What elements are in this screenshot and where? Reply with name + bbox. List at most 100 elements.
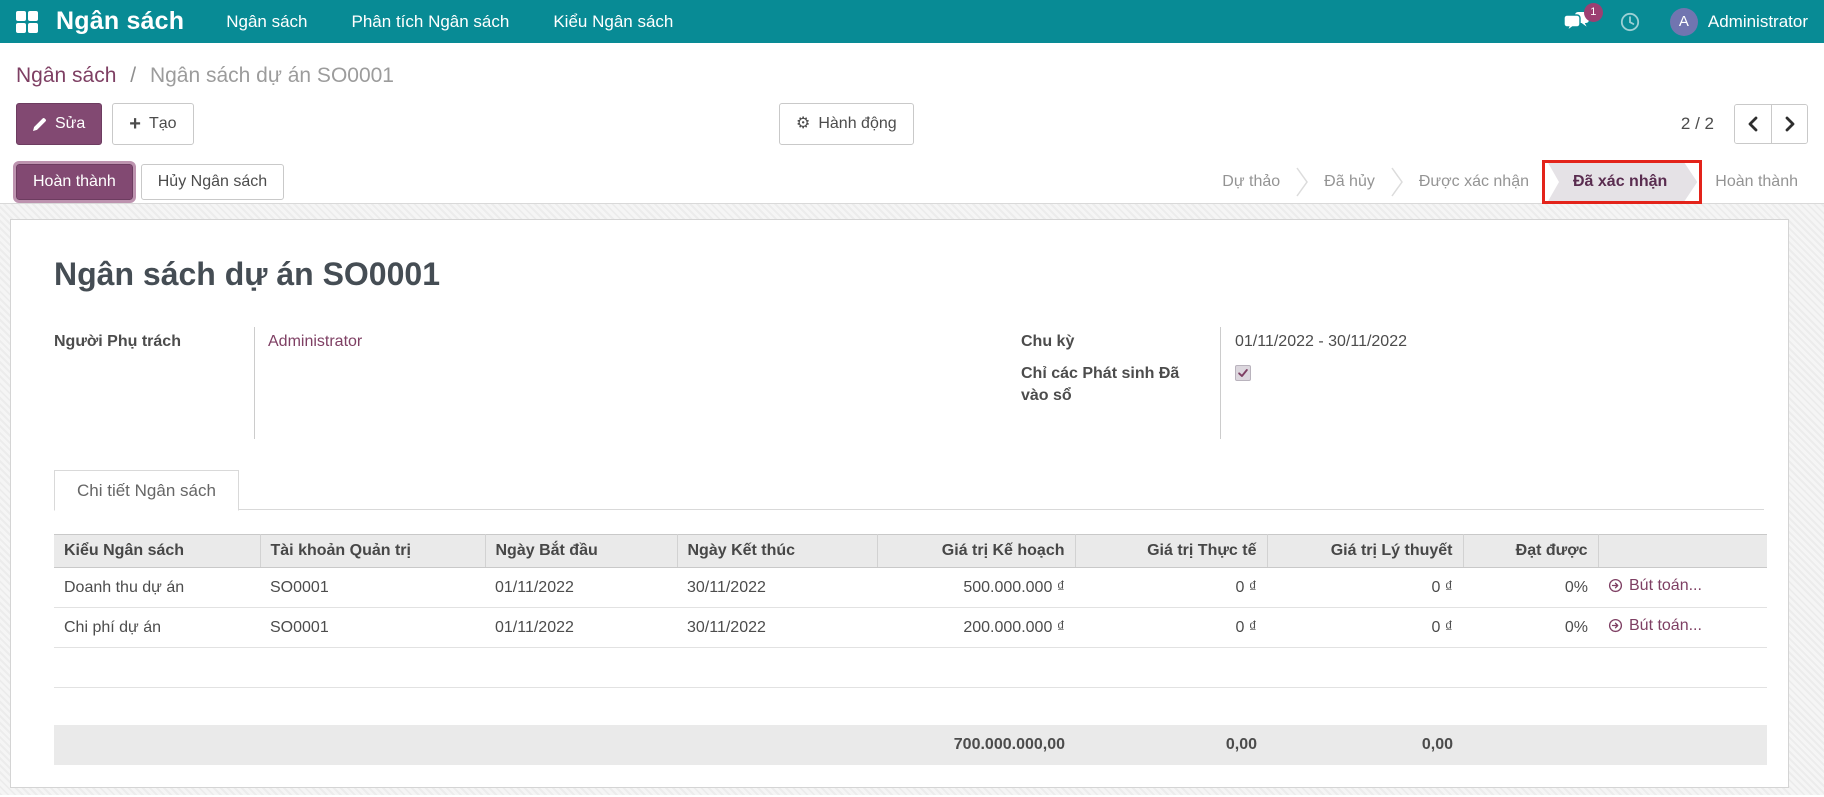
action-button-label: Hành động xyxy=(818,115,896,133)
posted-only-checkbox[interactable] xyxy=(1235,365,1251,381)
status-step-da-huy[interactable]: Đã hủy xyxy=(1314,173,1385,191)
cell-achievement: 0% xyxy=(1463,568,1598,608)
col-header-start-date[interactable]: Ngày Bắt đầu xyxy=(485,535,677,568)
status-step-active-label: Đã xác nhận xyxy=(1547,161,1697,203)
notebook-tabbar: Chi tiết Ngân sách xyxy=(54,469,1764,510)
arrow-circle-icon xyxy=(1608,618,1623,633)
period-value: 01/11/2022 - 30/11/2022 xyxy=(1221,331,1764,353)
table-header-row: Kiểu Ngân sách Tài khoản Quản trị Ngày B… xyxy=(54,535,1767,568)
total-planned: 700.000.000,00 xyxy=(877,725,1075,765)
chevron-right-icon xyxy=(1784,116,1796,132)
top-navbar: Ngân sách Ngân sách Phân tích Ngân sách … xyxy=(0,0,1824,43)
col-header-planned-amount[interactable]: Giá trị Kế hoạch xyxy=(877,535,1075,568)
cell-planned-amount: 500.000.000 ₫ xyxy=(877,568,1075,608)
apps-grid-icon[interactable] xyxy=(16,11,38,33)
form-group-right: Chu kỳ 01/11/2022 - 30/11/2022 Chỉ các P… xyxy=(909,331,1764,443)
responsible-value-link[interactable]: Administrator xyxy=(268,333,362,350)
nav-menu: Ngân sách Phân tích Ngân sách Kiểu Ngân … xyxy=(226,12,673,32)
journal-entries-link[interactable]: Bút toán... xyxy=(1608,617,1702,635)
breadcrumb: Ngân sách / Ngân sách dự án SO0001 xyxy=(16,43,1808,89)
col-header-theoretical-amount[interactable]: Giá trị Lý thuyết xyxy=(1267,535,1463,568)
control-panel: Ngân sách / Ngân sách dự án SO0001 Sửa +… xyxy=(0,43,1824,145)
col-header-budget-type[interactable]: Kiểu Ngân sách xyxy=(54,535,260,568)
pager-prev-button[interactable] xyxy=(1735,105,1771,143)
create-button-label: Tạo xyxy=(149,115,177,133)
tab-budget-lines[interactable]: Chi tiết Ngân sách xyxy=(54,470,239,511)
pencil-icon xyxy=(33,117,47,131)
nav-item-phan-tich-ngan-sach[interactable]: Phân tích Ngân sách xyxy=(352,12,510,32)
col-header-analytic-account[interactable]: Tài khoản Quản trị xyxy=(260,535,485,568)
user-menu[interactable]: A Administrator xyxy=(1670,8,1808,36)
pager: 2 / 2 xyxy=(1681,103,1808,145)
cell-practical-amount: 0 ₫ xyxy=(1075,608,1267,648)
done-button[interactable]: Hoàn thành xyxy=(16,164,133,200)
label-divider xyxy=(1220,327,1221,439)
spacer-row xyxy=(54,688,1767,725)
status-step-hoan-thanh[interactable]: Hoàn thành xyxy=(1705,173,1808,191)
col-header-achievement[interactable]: Đạt được xyxy=(1463,535,1598,568)
statusbar-separator-icon xyxy=(1296,167,1308,197)
nav-item-ngan-sach[interactable]: Ngân sách xyxy=(226,12,307,32)
status-step-duoc-xac-nhan[interactable]: Được xác nhận xyxy=(1409,173,1539,191)
total-practical: 0,00 xyxy=(1075,725,1267,765)
cell-end-date: 30/11/2022 xyxy=(677,608,877,648)
edit-button-label: Sửa xyxy=(55,115,85,133)
empty-row xyxy=(54,648,1767,688)
edit-button[interactable]: Sửa xyxy=(16,103,102,145)
gear-icon: ⚙ xyxy=(796,116,810,132)
table-row[interactable]: Chi phí dự án SO0001 01/11/2022 30/11/20… xyxy=(54,608,1767,648)
cell-practical-amount: 0 ₫ xyxy=(1075,568,1267,608)
journal-entries-link[interactable]: Bút toán... xyxy=(1608,577,1702,595)
messages-count-badge: 1 xyxy=(1584,3,1603,22)
pager-value: 2 / 2 xyxy=(1681,114,1714,134)
pager-next-button[interactable] xyxy=(1771,105,1807,143)
statusbar-separator-icon xyxy=(1391,167,1403,197)
cell-achievement: 0% xyxy=(1463,608,1598,648)
totals-row: 700.000.000,00 0,00 0,00 xyxy=(54,725,1767,765)
col-header-links xyxy=(1598,535,1767,568)
cell-analytic-account: SO0001 xyxy=(260,608,485,648)
cell-planned-amount: 200.000.000 ₫ xyxy=(877,608,1075,648)
responsible-label: Người Phụ trách xyxy=(54,331,254,353)
checkmark-icon xyxy=(1237,367,1249,379)
create-button[interactable]: + Tạo xyxy=(112,103,193,145)
cell-start-date: 01/11/2022 xyxy=(485,608,677,648)
label-divider xyxy=(254,327,255,439)
cell-theoretical-amount: 0 ₫ xyxy=(1267,608,1463,648)
cell-budget-type: Chi phí dự án xyxy=(54,608,260,648)
statusbar: Dự thảo Đã hủy Được xác nhận Đã xác nhận… xyxy=(1212,161,1808,203)
form-sheet: Ngân sách dự án SO0001 Người Phụ trách A… xyxy=(10,219,1789,788)
cell-end-date: 30/11/2022 xyxy=(677,568,877,608)
arrow-circle-icon xyxy=(1608,578,1623,593)
plus-icon: + xyxy=(129,114,141,134)
cell-start-date: 01/11/2022 xyxy=(485,568,677,608)
activity-clock-icon[interactable] xyxy=(1620,12,1640,32)
status-step-da-xac-nhan[interactable]: Đã xác nhận xyxy=(1547,161,1697,203)
messages-icon[interactable]: 1 xyxy=(1564,12,1590,32)
user-name: Administrator xyxy=(1708,12,1808,32)
cell-budget-type: Doanh thu dự án xyxy=(54,568,260,608)
status-row: Hoàn thành Hủy Ngân sách Dự thảo Đã hủy … xyxy=(0,161,1824,204)
col-header-end-date[interactable]: Ngày Kết thúc xyxy=(677,535,877,568)
status-step-du-thao[interactable]: Dự thảo xyxy=(1212,173,1290,191)
breadcrumb-current: Ngân sách dự án SO0001 xyxy=(150,64,394,87)
cell-analytic-account: SO0001 xyxy=(260,568,485,608)
cell-theoretical-amount: 0 ₫ xyxy=(1267,568,1463,608)
period-label: Chu kỳ xyxy=(1021,331,1221,353)
breadcrumb-parent[interactable]: Ngân sách xyxy=(16,64,116,87)
table-row[interactable]: Doanh thu dự án SO0001 01/11/2022 30/11/… xyxy=(54,568,1767,608)
breadcrumb-separator: / xyxy=(130,64,136,87)
posted-only-label: Chỉ các Phát sinh Đã vào sổ xyxy=(1021,363,1221,407)
cancel-budget-button[interactable]: Hủy Ngân sách xyxy=(141,164,284,200)
total-theoretical: 0,00 xyxy=(1267,725,1463,765)
record-title: Ngân sách dự án SO0001 xyxy=(54,256,1764,293)
col-header-practical-amount[interactable]: Giá trị Thực tế xyxy=(1075,535,1267,568)
form-group-left: Người Phụ trách Administrator xyxy=(54,331,909,443)
content-area: Ngân sách dự án SO0001 Người Phụ trách A… xyxy=(0,204,1824,795)
chevron-left-icon xyxy=(1747,116,1759,132)
app-brand[interactable]: Ngân sách xyxy=(56,7,184,36)
avatar: A xyxy=(1670,8,1698,36)
action-button[interactable]: ⚙ Hành động xyxy=(779,103,914,145)
budget-lines-table: Kiểu Ngân sách Tài khoản Quản trị Ngày B… xyxy=(54,534,1767,765)
nav-item-kieu-ngan-sach[interactable]: Kiểu Ngân sách xyxy=(553,12,673,32)
